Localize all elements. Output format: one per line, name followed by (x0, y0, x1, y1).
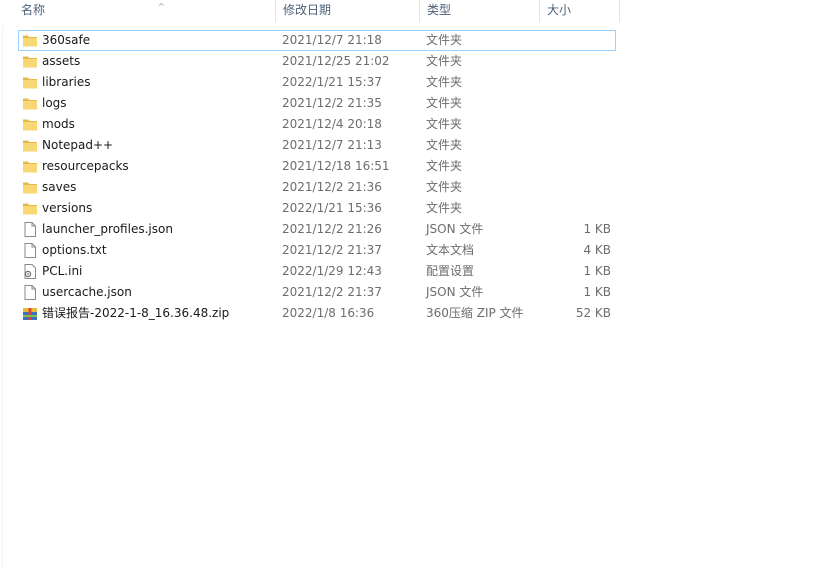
file-size: 1 KB (583, 264, 611, 278)
file-type: 文本文档 (426, 243, 475, 257)
file-modified-date: 2021/12/2 21:35 (282, 96, 382, 110)
file-size: 1 KB (583, 285, 611, 299)
file-type: 360压缩 ZIP 文件 (426, 306, 524, 320)
file-modified-date: 2021/12/2 21:37 (282, 243, 382, 257)
file-modified-date: 2021/12/18 16:51 (282, 159, 390, 173)
file-type: 文件夹 (426, 201, 463, 215)
file-size: 52 KB (575, 306, 611, 320)
file-type: 文件夹 (426, 117, 463, 131)
file-modified-date: 2021/12/2 21:37 (282, 285, 382, 299)
file-row[interactable]: mods 2021/12/4 20:18 文件夹 (18, 114, 616, 135)
file-name: options.txt (42, 243, 107, 257)
file-name: 360safe (42, 33, 91, 47)
file-modified-date: 2021/12/7 21:13 (282, 138, 382, 152)
file-row[interactable]: usercache.json 2021/12/2 21:37 JSON 文件 1 KB (18, 282, 616, 303)
file-row[interactable]: PCL.ini 2022/1/29 12:43 配置设置 1 KB (18, 261, 616, 282)
file-type: 文件夹 (426, 96, 463, 110)
file-modified-date: 2021/12/2 21:36 (282, 180, 382, 194)
folder-icon (22, 117, 38, 132)
file-modified-date: 2022/1/21 15:37 (282, 75, 382, 89)
file-row[interactable]: options.txt 2021/12/2 21:37 文本文档 4 KB (18, 240, 616, 261)
column-header-type-label: 类型 (427, 3, 452, 17)
column-header-size-label: 大小 (547, 3, 572, 17)
column-header-bar: 名称 ^ 修改日期 类型 大小 (0, 0, 821, 24)
file-name: logs (42, 96, 67, 110)
file-row[interactable]: launcher_profiles.json 2021/12/2 21:26 JSO… (18, 219, 616, 240)
zip-archive-icon (22, 306, 38, 321)
file-type: 文件夹 (426, 75, 463, 89)
file-row[interactable]: Notepad++ 2021/12/7 21:13 文件夹 (18, 135, 616, 156)
file-row[interactable]: versions 2022/1/21 15:36 文件夹 (18, 198, 616, 219)
file-name: launcher_profiles.json (42, 222, 173, 236)
file-type: 文件夹 (426, 138, 463, 152)
file-type: 文件夹 (426, 180, 463, 194)
file-icon (22, 243, 38, 258)
file-row[interactable]: 360safe 2021/12/7 21:18 文件夹 (18, 30, 616, 51)
file-row[interactable]: libraries 2022/1/21 15:37 文件夹 (18, 72, 616, 93)
file-name: versions (42, 201, 93, 215)
file-explorer-list-view: 名称 ^ 修改日期 类型 大小 360safe 2021/12/7 21:18 文件… (0, 0, 821, 568)
file-name: Notepad++ (42, 138, 114, 152)
file-type: 文件夹 (426, 159, 463, 173)
file-row[interactable]: assets 2021/12/25 21:02 文件夹 (18, 51, 616, 72)
folder-icon (22, 33, 38, 48)
file-modified-date: 2021/12/7 21:18 (282, 33, 382, 47)
file-icon (22, 285, 38, 300)
folder-icon (22, 201, 38, 216)
file-name: assets (42, 54, 81, 68)
column-header-name[interactable]: 名称 ^ (14, 0, 276, 22)
folder-icon (22, 180, 38, 195)
file-modified-date: 2021/12/25 21:02 (282, 54, 390, 68)
file-name: mods (42, 117, 75, 131)
file-icon (22, 222, 38, 237)
file-row[interactable]: 错误报告-2022-1-8_16.36.48.zip 2022/1/8 16:36… (18, 303, 616, 324)
folder-icon (22, 138, 38, 153)
column-header-name-label: 名称 (21, 3, 46, 17)
settings-file-icon (22, 264, 38, 279)
file-name: resourcepacks (42, 159, 129, 173)
sort-caret-icon: ^ (158, 2, 165, 11)
file-modified-date: 2021/12/4 20:18 (282, 117, 382, 131)
file-list: 360safe 2021/12/7 21:18 文件夹 assets 2021/12/2… (18, 30, 616, 324)
folder-icon (22, 96, 38, 111)
file-row[interactable]: saves 2021/12/2 21:36 文件夹 (18, 177, 616, 198)
column-header-date-label: 修改日期 (283, 3, 332, 17)
left-edge-divider (2, 26, 3, 568)
folder-icon (22, 75, 38, 90)
file-name: 错误报告-2022-1-8_16.36.48.zip (42, 306, 230, 320)
file-name: saves (42, 180, 77, 194)
file-size: 4 KB (583, 243, 611, 257)
file-modified-date: 2022/1/29 12:43 (282, 264, 382, 278)
file-name: PCL.ini (42, 264, 83, 278)
file-type: 配置设置 (426, 264, 475, 278)
file-modified-date: 2021/12/2 21:26 (282, 222, 382, 236)
column-header-size[interactable]: 大小 (540, 0, 620, 22)
file-type: 文件夹 (426, 33, 463, 47)
file-type: JSON 文件 (426, 285, 484, 299)
column-header-type[interactable]: 类型 (420, 0, 540, 22)
file-size: 1 KB (583, 222, 611, 236)
file-type: JSON 文件 (426, 222, 484, 236)
file-name: usercache.json (42, 285, 132, 299)
file-row[interactable]: resourcepacks 2021/12/18 16:51 文件夹 (18, 156, 616, 177)
folder-icon (22, 159, 38, 174)
file-name: libraries (42, 75, 91, 89)
folder-icon (22, 54, 38, 69)
file-modified-date: 2022/1/21 15:36 (282, 201, 382, 215)
column-header-date[interactable]: 修改日期 (276, 0, 420, 22)
file-type: 文件夹 (426, 54, 463, 68)
file-modified-date: 2022/1/8 16:36 (282, 306, 375, 320)
file-row[interactable]: logs 2021/12/2 21:35 文件夹 (18, 93, 616, 114)
